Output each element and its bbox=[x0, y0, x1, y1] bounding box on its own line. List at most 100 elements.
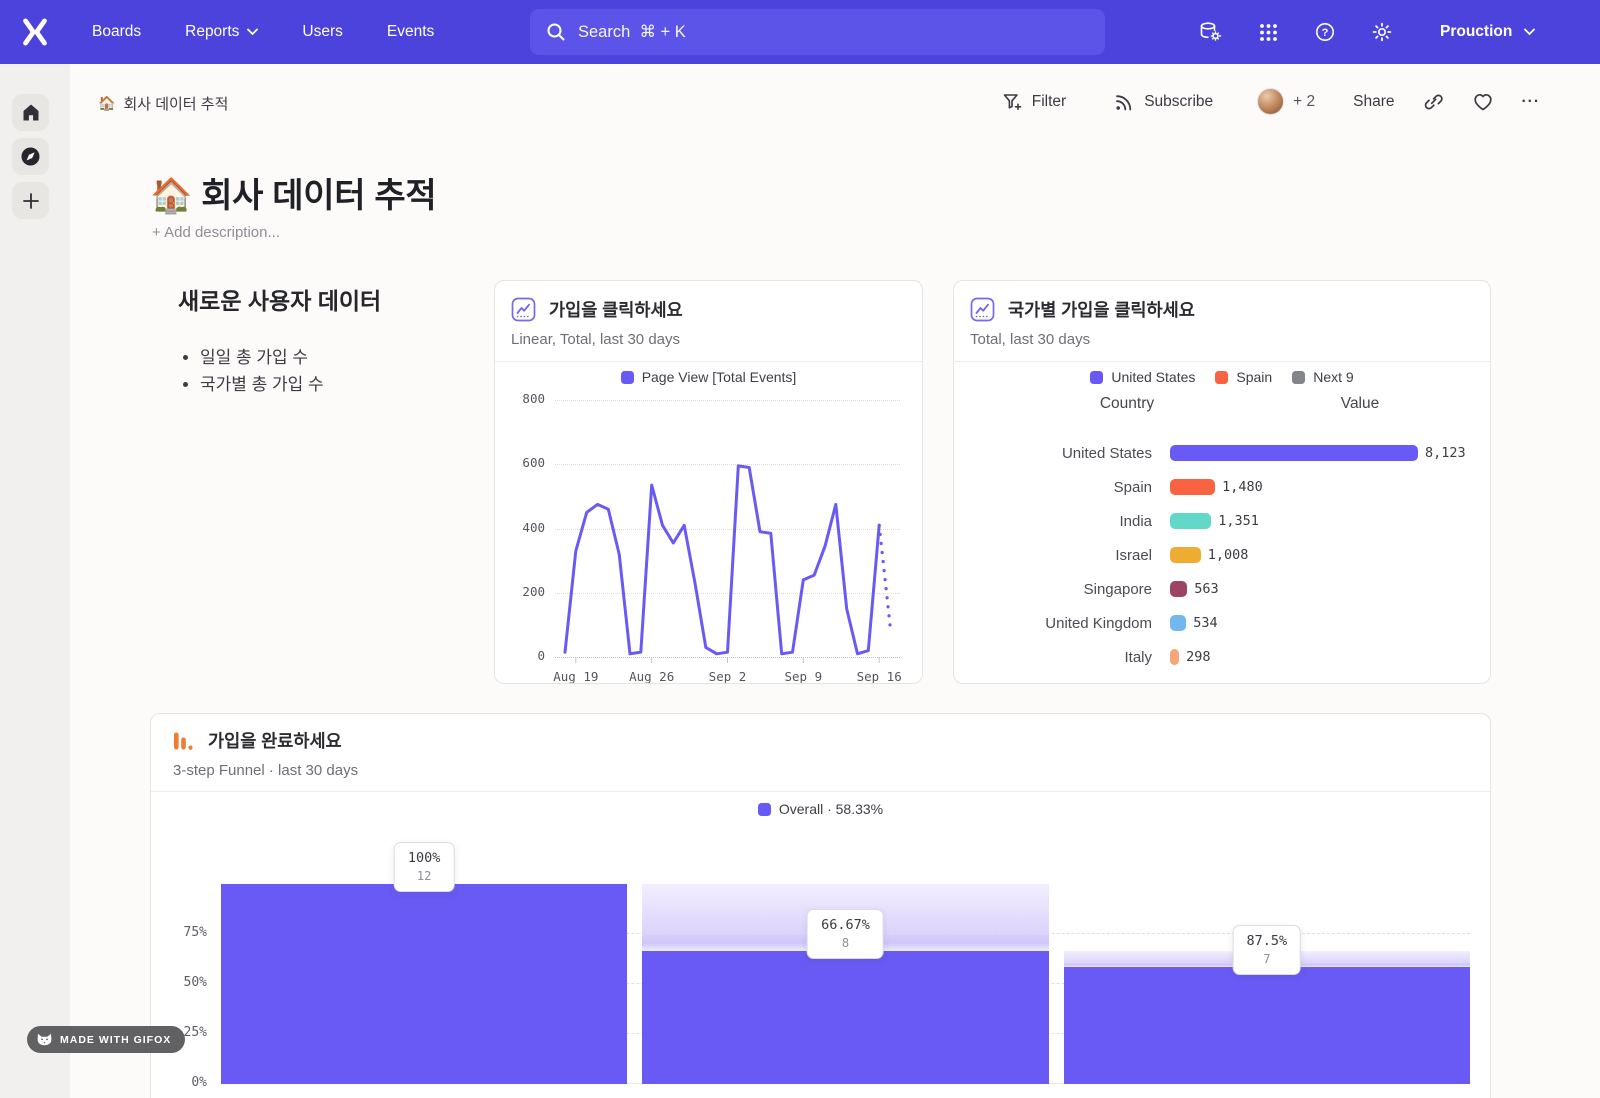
mixpanel-logo-icon[interactable] bbox=[16, 13, 54, 51]
help-icon[interactable]: ? bbox=[1314, 21, 1336, 43]
nav-users[interactable]: Users bbox=[302, 23, 342, 41]
data-settings-icon[interactable] bbox=[1198, 21, 1223, 43]
funnel-step[interactable]: 87.5% 7 bbox=[1064, 884, 1470, 1084]
country-row[interactable]: Italy298 bbox=[974, 640, 1480, 674]
chevron-down-icon bbox=[1524, 28, 1535, 36]
more-button[interactable]: ··· bbox=[1522, 93, 1541, 111]
main-nav: Boards Reports Users Events bbox=[92, 0, 434, 64]
left-rail bbox=[0, 64, 70, 1098]
country-bar[interactable] bbox=[1170, 479, 1215, 495]
search-bar[interactable] bbox=[530, 9, 1105, 55]
subscribe-button[interactable]: Subscribe bbox=[1114, 92, 1213, 112]
nav-reports-label: Reports bbox=[185, 23, 239, 41]
search-input[interactable] bbox=[578, 23, 1058, 42]
funnel-pct: 87.5% bbox=[1246, 933, 1287, 949]
rail-home-button[interactable] bbox=[12, 94, 49, 131]
country-bar[interactable] bbox=[1170, 547, 1201, 563]
legend-item[interactable]: United States bbox=[1090, 369, 1195, 385]
favorite-button[interactable] bbox=[1472, 92, 1494, 112]
country-value: 8,123 bbox=[1425, 445, 1466, 461]
card-title[interactable]: 가입을 완료하세요 bbox=[208, 728, 342, 753]
line-chart-card[interactable]: 가입을 클릭하세요 Linear, Total, last 30 days Pa… bbox=[494, 280, 923, 684]
divider bbox=[495, 361, 922, 362]
country-bar-card[interactable]: 국가별 가입을 클릭하세요 Total, last 30 days United… bbox=[953, 280, 1491, 684]
funnel-count: 7 bbox=[1246, 952, 1287, 966]
country-row[interactable]: Singapore563 bbox=[974, 572, 1480, 606]
funnel-card[interactable]: 가입을 완료하세요 3-step Funnel · last 30 days O… bbox=[150, 713, 1491, 1098]
column-header-value: Value bbox=[1280, 395, 1440, 413]
legend-item[interactable]: Spain bbox=[1215, 369, 1272, 385]
country-rows: United States8,123Spain1,480India1,351Is… bbox=[974, 436, 1480, 684]
country-row[interactable]: Israel 1,008 bbox=[974, 538, 1480, 572]
country-value: 534 bbox=[1193, 615, 1217, 631]
app-grid-icon[interactable] bbox=[1258, 22, 1279, 43]
country-label: Israel bbox=[974, 547, 1152, 564]
country-label: India bbox=[974, 513, 1152, 530]
funnel-bar[interactable] bbox=[221, 884, 627, 1084]
funnel-step[interactable]: 100%12 bbox=[221, 884, 627, 1084]
funnel-step[interactable]: 66.67% 8 bbox=[642, 884, 1048, 1084]
country-bar[interactable] bbox=[1170, 581, 1187, 597]
card-title[interactable]: 가입을 클릭하세요 bbox=[549, 297, 683, 322]
filter-button[interactable]: Filter bbox=[1002, 92, 1066, 112]
country-value: 1,008 bbox=[1208, 547, 1249, 563]
more-icon: ··· bbox=[1522, 93, 1541, 111]
nav-users-label: Users bbox=[302, 23, 342, 41]
y-tick-label: 600 bbox=[522, 455, 545, 470]
line-series-svg bbox=[555, 387, 900, 667]
rail-add-button[interactable] bbox=[12, 182, 49, 219]
funnel-count: 8 bbox=[821, 936, 870, 950]
funnel-y-tick-label: 0% bbox=[191, 1075, 207, 1090]
country-row[interactable]: Spain1,480 bbox=[974, 470, 1480, 504]
country-label: Spain bbox=[974, 479, 1152, 496]
home-icon bbox=[21, 103, 41, 122]
funnel-area: 100%12 66.67% 8 87.5% 7 bbox=[221, 884, 1470, 1084]
text-widget: 새로운 사용자 데이터 일일 총 가입 수 국가별 총 가입 수 bbox=[150, 282, 470, 398]
text-widget-list: 일일 총 가입 수 국가별 총 가입 수 bbox=[150, 344, 470, 398]
legend-item[interactable]: Page View [Total Events] bbox=[621, 369, 797, 385]
country-row[interactable]: United States 8,123 bbox=[974, 436, 1480, 470]
country-bar[interactable] bbox=[1170, 513, 1211, 529]
country-chart-legend: United States Spain Next 9 bbox=[954, 369, 1490, 385]
legend-label: Next 9 bbox=[1313, 369, 1353, 385]
country-label: United States bbox=[974, 445, 1152, 462]
country-bar[interactable] bbox=[1170, 615, 1186, 631]
avatar bbox=[1257, 88, 1284, 115]
funnel-bar[interactable] bbox=[1064, 967, 1470, 1084]
funnel-pct: 66.67% bbox=[821, 917, 870, 933]
country-bar[interactable] bbox=[1170, 649, 1179, 665]
column-headers: Country Value bbox=[954, 395, 1490, 413]
country-row[interactable]: India1,351 bbox=[974, 504, 1480, 538]
country-bar[interactable] bbox=[1170, 445, 1418, 461]
line-chart-legend: Page View [Total Events] bbox=[495, 369, 922, 385]
collaborators[interactable]: + 2 bbox=[1257, 88, 1315, 115]
card-subtitle: Linear, Total, last 30 days bbox=[511, 331, 906, 348]
legend-swatch-icon bbox=[758, 803, 771, 816]
nav-reports[interactable]: Reports bbox=[185, 23, 258, 41]
rail-explore-button[interactable] bbox=[12, 138, 49, 175]
gifox-badge[interactable]: MADE WITH GIFOX bbox=[27, 1026, 185, 1053]
legend-item[interactable]: Next 9 bbox=[1292, 369, 1353, 385]
funnel-legend: Overall · 58.33% bbox=[151, 801, 1490, 817]
copy-link-button[interactable] bbox=[1423, 92, 1444, 112]
funnel-count: 12 bbox=[408, 869, 441, 883]
nav-events[interactable]: Events bbox=[387, 23, 434, 41]
settings-icon[interactable] bbox=[1371, 21, 1393, 43]
share-button[interactable]: Share bbox=[1353, 93, 1394, 111]
legend-swatch-icon bbox=[621, 371, 634, 384]
breadcrumb[interactable]: 🏠 회사 데이터 추적 bbox=[98, 93, 228, 114]
gifox-label: MADE WITH GIFOX bbox=[60, 1034, 171, 1046]
project-switcher[interactable]: Prouction bbox=[1440, 0, 1535, 64]
legend-label: Page View [Total Events] bbox=[642, 369, 797, 385]
country-row[interactable]: United Kingdom 534 bbox=[974, 606, 1480, 640]
country-label: United Kingdom bbox=[974, 615, 1152, 632]
divider bbox=[151, 791, 1490, 792]
legend-item[interactable]: Overall · 58.33% bbox=[758, 801, 883, 817]
add-description[interactable]: + Add description... bbox=[152, 224, 280, 241]
funnel-bar[interactable] bbox=[642, 951, 1048, 1084]
x-tick-label: Sep 9 bbox=[785, 669, 823, 684]
x-tick-label: Sep 16 bbox=[857, 669, 902, 684]
header-icons: ? bbox=[1198, 0, 1393, 64]
nav-boards[interactable]: Boards bbox=[92, 23, 141, 41]
card-title[interactable]: 국가별 가입을 클릭하세요 bbox=[1008, 297, 1195, 322]
